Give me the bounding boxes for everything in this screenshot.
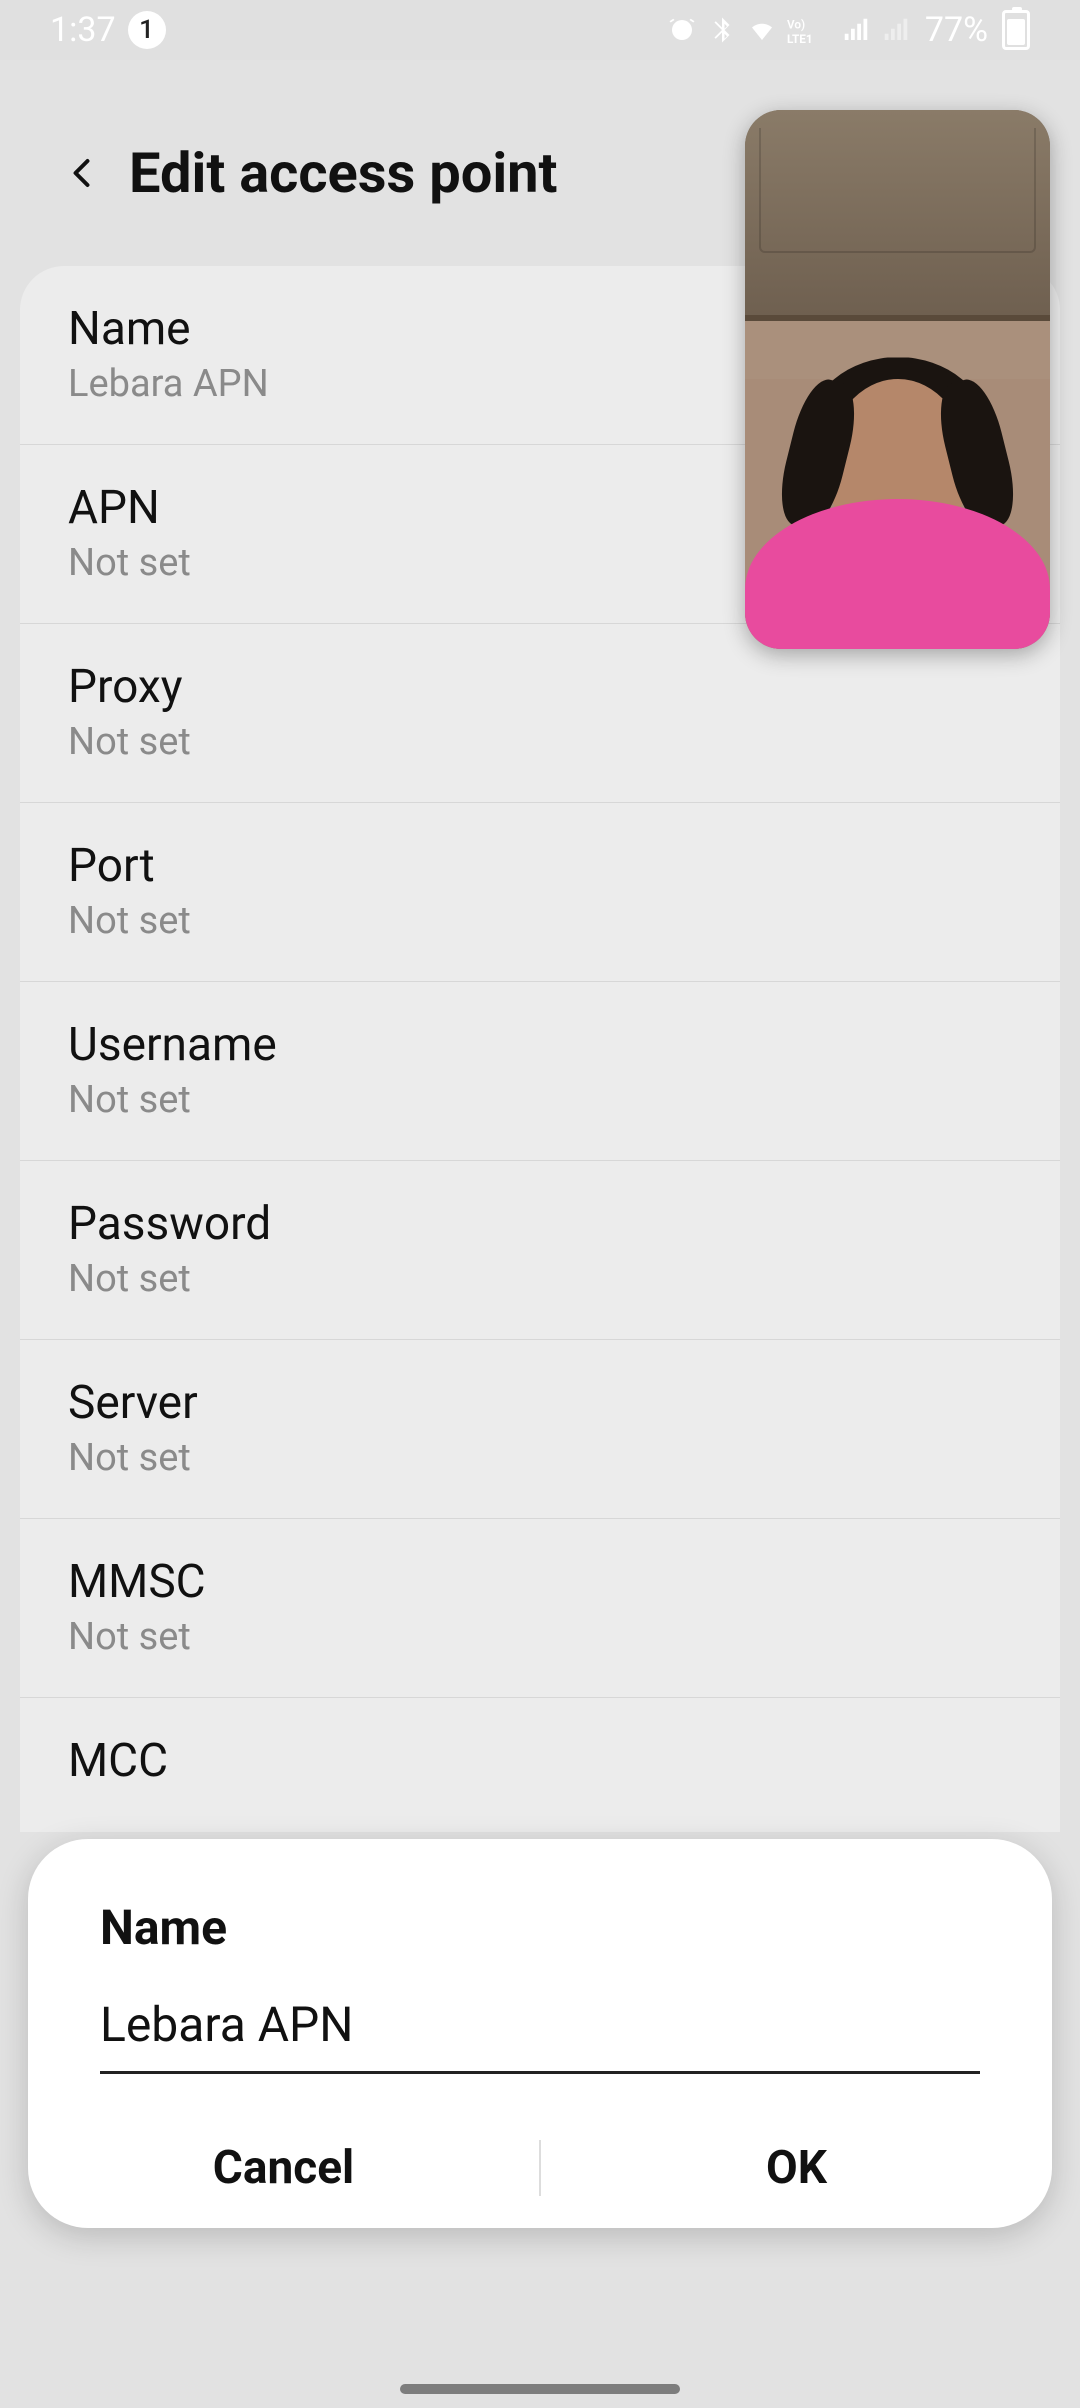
- cancel-button[interactable]: Cancel: [28, 2141, 539, 2195]
- pip-thumbnail: [745, 110, 1050, 315]
- row-label: MMSC: [68, 1555, 1012, 1609]
- gesture-bar[interactable]: [400, 2384, 680, 2394]
- row-label: Server: [68, 1376, 1012, 1430]
- dialog-name-input[interactable]: Lebara APN: [100, 1996, 980, 2074]
- battery-icon: [1002, 10, 1030, 50]
- row-value: Not set: [68, 1257, 1012, 1301]
- signal-icon-2: [881, 15, 911, 45]
- alarm-icon: [667, 15, 697, 45]
- row-password[interactable]: Password Not set: [20, 1161, 1060, 1340]
- status-right: Vo)LTE1 77%: [667, 10, 1030, 50]
- ok-button[interactable]: OK: [541, 2141, 1052, 2195]
- status-left: 1:37 1: [50, 10, 166, 50]
- svg-text:LTE1: LTE1: [787, 32, 813, 45]
- signal-icon-1: [841, 15, 871, 45]
- dialog-title: Name: [28, 1899, 1052, 1996]
- pip-thumbnail: [745, 379, 1050, 649]
- row-proxy[interactable]: Proxy Not set: [20, 624, 1060, 803]
- status-bar: 1:37 1 Vo)LTE1 77%: [0, 0, 1080, 60]
- row-value: Not set: [68, 899, 1012, 943]
- row-server[interactable]: Server Not set: [20, 1340, 1060, 1519]
- row-mcc[interactable]: MCC: [20, 1698, 1060, 1832]
- row-label: Proxy: [68, 660, 1012, 714]
- battery-percent: 77%: [925, 10, 988, 50]
- row-value: Not set: [68, 720, 1012, 764]
- row-username[interactable]: Username Not set: [20, 982, 1060, 1161]
- row-label: Username: [68, 1018, 1012, 1072]
- bluetooth-icon: [707, 15, 737, 45]
- chevron-left-icon: [65, 155, 101, 191]
- back-button[interactable]: [65, 155, 101, 191]
- row-label: MCC: [68, 1734, 1012, 1788]
- dialog-buttons: Cancel OK: [28, 2108, 1052, 2228]
- wifi-icon: [747, 15, 777, 45]
- notif-count-badge: 1: [128, 11, 166, 49]
- status-icons: Vo)LTE1: [667, 15, 911, 45]
- page-title: Edit access point: [129, 140, 557, 206]
- volte-icon: Vo)LTE1: [787, 15, 831, 45]
- row-value: Not set: [68, 1615, 1012, 1659]
- pip-video-overlay[interactable]: [745, 110, 1050, 649]
- row-mmsc[interactable]: MMSC Not set: [20, 1519, 1060, 1698]
- status-time: 1:37: [50, 10, 116, 50]
- row-value: Not set: [68, 1436, 1012, 1480]
- svg-text:Vo): Vo): [787, 18, 805, 32]
- row-label: Port: [68, 839, 1012, 893]
- row-label: Password: [68, 1197, 1012, 1251]
- edit-name-dialog: Name Lebara APN Cancel OK: [28, 1839, 1052, 2228]
- row-port[interactable]: Port Not set: [20, 803, 1060, 982]
- row-value: Not set: [68, 1078, 1012, 1122]
